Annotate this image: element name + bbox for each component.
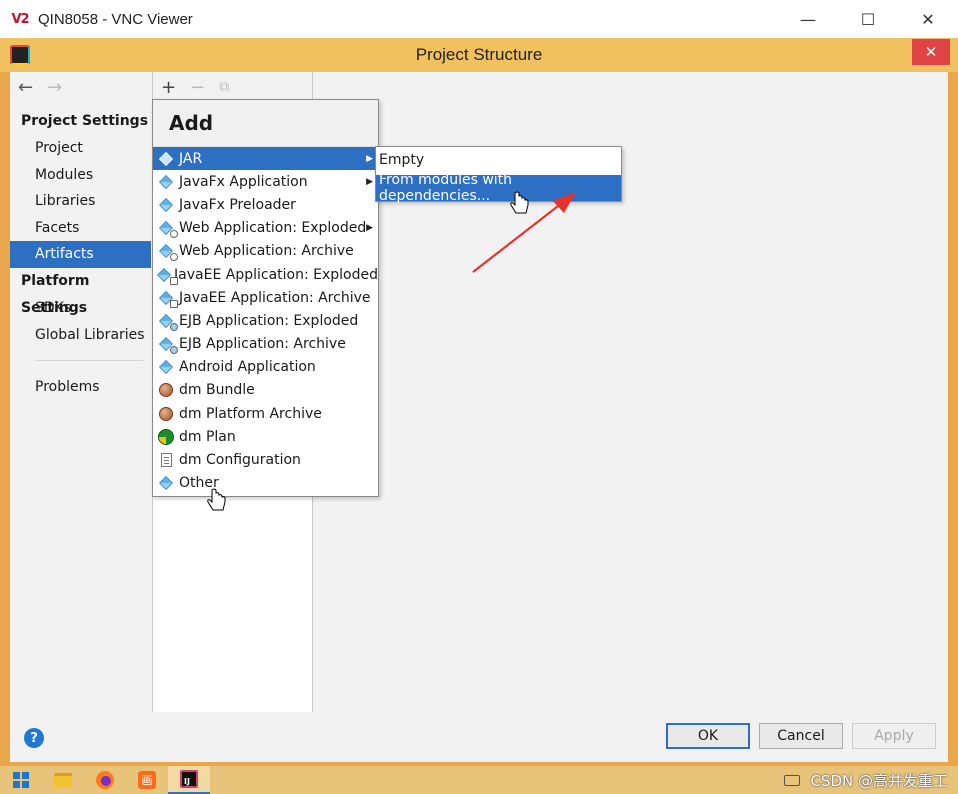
popup-item-web-exploded[interactable]: Web Application: Exploded ▶ xyxy=(153,217,378,240)
popup-item-label: JAR xyxy=(179,150,203,167)
minimize-button[interactable]: — xyxy=(778,0,838,38)
forward-arrow-icon[interactable]: → xyxy=(47,77,62,98)
popup-item-javafx-application[interactable]: JavaFx Application ▶ xyxy=(153,170,378,193)
popup-item-ejb-exploded[interactable]: EJB Application: Exploded xyxy=(153,309,378,332)
taskbar-intellij[interactable]: IJ xyxy=(168,766,210,794)
bundle-icon xyxy=(157,381,175,399)
popup-item-dm-platform-archive[interactable]: dm Platform Archive xyxy=(153,402,378,425)
bundle-icon xyxy=(157,405,175,423)
cancel-button[interactable]: Cancel xyxy=(759,723,843,749)
nav-item-facets[interactable]: Facets xyxy=(10,215,151,242)
popup-item-dm-bundle[interactable]: dm Bundle xyxy=(153,379,378,402)
web-diamond-icon xyxy=(157,242,178,262)
popup-item-other[interactable]: Other xyxy=(153,472,378,495)
orange-app-icon: 画 xyxy=(138,771,156,789)
popup-item-label: Web Application: Archive xyxy=(179,243,354,260)
nav-item-problems[interactable]: Problems xyxy=(10,374,151,401)
firefox-icon xyxy=(96,771,114,789)
popup-item-javafx-preloader[interactable]: JavaFx Preloader xyxy=(153,193,378,216)
popup-item-label: Web Application: Exploded xyxy=(179,220,367,237)
nav-item-artifacts[interactable]: Artifacts xyxy=(10,241,151,268)
dialog-title: Project Structure xyxy=(415,45,543,64)
submenu-item-empty[interactable]: Empty xyxy=(376,147,621,173)
javaee-diamond-icon xyxy=(157,289,178,308)
nav-separator xyxy=(35,360,143,362)
system-tray: CSDN @高并发重工 xyxy=(784,770,948,791)
maximize-button[interactable]: ☐ xyxy=(838,0,898,38)
plan-icon xyxy=(157,428,175,446)
apply-button[interactable]: Apply xyxy=(852,723,936,749)
vnc-logo-icon: V2 xyxy=(11,11,29,27)
vnc-window-title: QIN8058 - VNC Viewer xyxy=(38,10,193,28)
intellij-taskbar-icon: IJ xyxy=(180,770,198,788)
diamond-icon xyxy=(157,474,175,492)
popup-header: Add xyxy=(153,100,378,147)
popup-item-label: dm Bundle xyxy=(179,382,255,399)
help-icon[interactable]: ? xyxy=(24,728,44,748)
popup-item-android-application[interactable]: Android Application xyxy=(153,356,378,379)
start-button[interactable] xyxy=(0,766,42,794)
popup-item-label: dm Plan xyxy=(179,428,236,445)
popup-item-label: EJB Application: Exploded xyxy=(179,312,359,329)
diamond-icon xyxy=(157,358,175,376)
popup-item-web-archive[interactable]: Web Application: Archive xyxy=(153,240,378,263)
popup-item-label: Other xyxy=(179,475,219,492)
taskbar-file-explorer[interactable] xyxy=(42,766,84,794)
popup-item-label: JavaFx Application xyxy=(179,173,308,190)
add-icon[interactable]: + xyxy=(161,77,176,98)
popup-item-label: JavaFx Preloader xyxy=(179,196,296,213)
popup-item-javaee-exploded[interactable]: JavaEE Application: Exploded xyxy=(153,263,378,286)
popup-item-label: Android Application xyxy=(179,359,316,376)
popup-item-jar[interactable]: JAR ▶ xyxy=(153,147,378,171)
ejb-diamond-icon xyxy=(157,312,178,331)
popup-item-ejb-archive[interactable]: EJB Application: Archive xyxy=(153,333,378,356)
vnc-title-bar: V2 QIN8058 - VNC Viewer — ☐ ✕ xyxy=(0,0,958,38)
popup-item-label: dm Configuration xyxy=(179,452,301,469)
popup-item-label: JavaEE Application: Exploded xyxy=(174,266,378,283)
diamond-icon xyxy=(157,150,175,168)
popup-item-label: EJB Application: Archive xyxy=(179,336,346,353)
popup-item-dm-plan[interactable]: dm Plan xyxy=(153,425,378,448)
javaee-diamond-icon xyxy=(156,266,178,285)
intellij-icon xyxy=(10,45,30,65)
nav-section-platform-settings: Platform Settings xyxy=(21,272,90,316)
document-icon xyxy=(157,451,175,469)
ejb-diamond-icon xyxy=(157,335,178,355)
csdn-watermark: CSDN @高并发重工 xyxy=(810,772,948,790)
diamond-icon xyxy=(157,196,175,214)
jar-submenu: Empty From modules with dependencies... xyxy=(375,146,622,204)
nav-item-modules[interactable]: Modules xyxy=(10,162,151,189)
submenu-arrow-icon: ▶ xyxy=(366,153,373,164)
windows-logo-icon xyxy=(13,772,29,788)
diamond-icon xyxy=(157,173,175,191)
artifacts-toolbar: + − ⧉ xyxy=(153,72,312,102)
submenu-item-from-modules[interactable]: From modules with dependencies... xyxy=(376,172,621,204)
taskbar: 画 IJ CSDN @高并发重工 xyxy=(0,766,958,794)
submenu-arrow-icon: ▶ xyxy=(366,223,373,234)
submenu-arrow-icon: ▶ xyxy=(366,176,373,187)
nav-section-project-settings: Project Settings xyxy=(21,113,149,129)
popup-item-label: dm Platform Archive xyxy=(179,405,322,422)
dialog-close-button[interactable]: ✕ xyxy=(912,39,950,65)
popup-item-label: JavaEE Application: Archive xyxy=(179,289,371,306)
settings-nav: ← → Project Settings Project Modules Lib… xyxy=(10,72,151,712)
popup-item-javaee-archive[interactable]: JavaEE Application: Archive xyxy=(153,286,378,309)
taskbar-firefox[interactable] xyxy=(84,766,126,794)
dialog-title-bar: Project Structure ✕ xyxy=(0,38,958,72)
taskbar-orange-app[interactable]: 画 xyxy=(126,766,168,794)
nav-item-global-libraries[interactable]: Global Libraries xyxy=(10,322,151,349)
nav-item-project[interactable]: Project xyxy=(10,135,151,162)
remove-icon[interactable]: − xyxy=(190,77,205,98)
web-diamond-icon xyxy=(157,219,178,239)
dialog-button-bar: ? OK Cancel Apply xyxy=(10,712,948,762)
copy-icon[interactable]: ⧉ xyxy=(219,79,229,95)
back-arrow-icon[interactable]: ← xyxy=(18,77,33,98)
folder-icon xyxy=(54,773,72,787)
ok-button[interactable]: OK xyxy=(666,723,750,749)
add-artifact-popup: Add JAR ▶ JavaFx Application ▶ JavaFx Pr… xyxy=(152,99,379,497)
close-window-button[interactable]: ✕ xyxy=(898,0,958,38)
nav-item-libraries[interactable]: Libraries xyxy=(10,188,151,215)
popup-item-dm-configuration[interactable]: dm Configuration xyxy=(153,448,378,471)
keyboard-icon[interactable] xyxy=(784,775,801,786)
